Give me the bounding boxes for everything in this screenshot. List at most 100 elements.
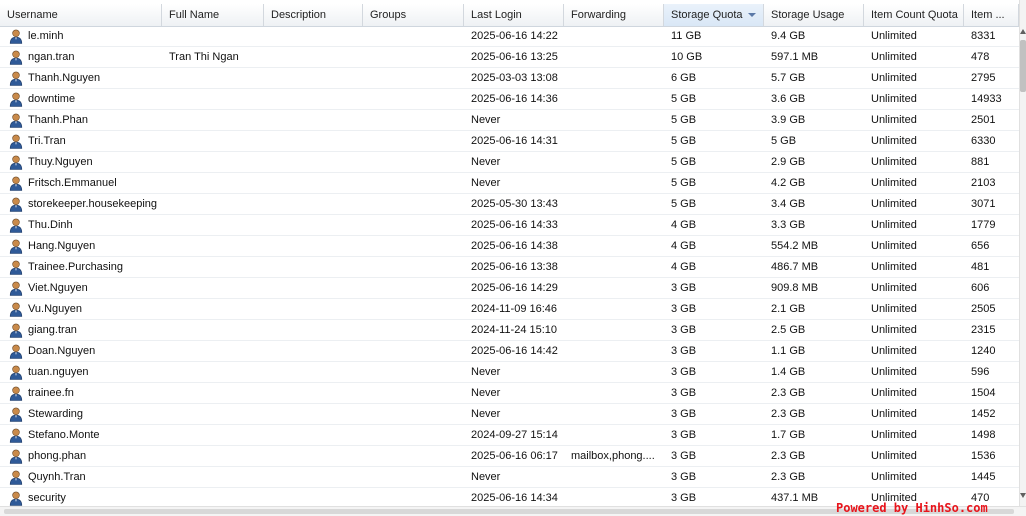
scroll-down-arrow-icon[interactable] — [1020, 493, 1026, 498]
table-row[interactable]: phong.phan 2025-06-16 06:17 mailbox,phong.… — [0, 446, 1019, 467]
cell-storage-quota: 3 GB — [671, 303, 697, 315]
cell-item-count: 2505 — [971, 303, 996, 315]
cell-storage-usage: 2.5 GB — [771, 324, 806, 336]
table-row[interactable]: le.minh 2025-06-16 14:22 11 GB 9.4 GB Unlimi… — [0, 26, 1019, 47]
username-text: Doan.Nguyen — [28, 345, 96, 357]
cell-storage-quota: 11 GB — [671, 30, 702, 42]
table-row[interactable]: Stewarding Never 3 GB 2.3 GB Unlimited 1452 — [0, 404, 1019, 425]
cell-storage-usage: 3.6 GB — [771, 93, 806, 105]
table-row[interactable]: Viet.Nguyen 2025-06-16 14:29 3 GB 909.8 MB U… — [0, 278, 1019, 299]
column-header-description[interactable]: Description — [264, 4, 363, 26]
table-row[interactable]: Thanh.Nguyen 2025-03-03 13:08 6 GB 5.7 GB Un… — [0, 68, 1019, 89]
cell-item-count-quota: Unlimited — [871, 156, 917, 168]
cell-item-count: 2315 — [971, 324, 996, 336]
username-text: Hang.Nguyen — [28, 240, 96, 252]
table-row[interactable]: Stefano.Monte 2024-09-27 15:14 3 GB 1.7 GB U… — [0, 425, 1019, 446]
table-row[interactable]: giang.tran 2024-11-24 15:10 3 GB 2.5 GB Unli… — [0, 320, 1019, 341]
table-row[interactable]: downtime 2025-06-16 14:36 5 GB 3.6 GB Unlimi… — [0, 89, 1019, 110]
user-icon — [9, 323, 23, 338]
cell-description — [264, 341, 363, 361]
table-row[interactable]: Thu.Dinh 2025-06-16 14:33 4 GB 3.3 GB Unlimi… — [0, 215, 1019, 236]
cell-description — [264, 488, 363, 508]
cell-groups — [363, 341, 464, 361]
table-row[interactable]: Fritsch.Emmanuel Never 5 GB 4.2 GB Unlimited… — [0, 173, 1019, 194]
table-row[interactable]: trainee.fn Never 3 GB 2.3 GB Unlimited 1504 — [0, 383, 1019, 404]
table-row[interactable]: Quynh.Tran Never 3 GB 2.3 GB Unlimited 1445 — [0, 467, 1019, 488]
cell-username: trainee.fn — [0, 383, 162, 403]
username-text: Viet.Nguyen — [28, 282, 88, 294]
table-row[interactable]: Trainee.Purchasing 2025-06-16 13:38 4 GB 48… — [0, 257, 1019, 278]
column-header-item-count-quota[interactable]: Item Count Quota — [864, 4, 964, 26]
column-header-username[interactable]: Username — [0, 4, 162, 26]
cell-storage-quota: 3 GB — [671, 387, 697, 399]
cell-storage-usage: 3.3 GB — [771, 219, 806, 231]
cell-forwarding — [564, 215, 664, 235]
cell-storage-usage: 1.4 GB — [771, 366, 806, 378]
column-header-forwarding[interactable]: Forwarding — [564, 4, 664, 26]
cell-forwarding — [564, 278, 664, 298]
cell-last-login: 2025-06-16 14:38 — [471, 240, 558, 252]
cell-description — [264, 425, 363, 445]
cell-username: security — [0, 488, 162, 508]
cell-item-count: 1452 — [971, 408, 996, 420]
user-icon — [9, 113, 23, 128]
cell-username: phong.phan — [0, 446, 162, 466]
column-header-storage-quota[interactable]: Storage Quota — [664, 4, 764, 26]
cell-last-login: Never — [471, 177, 501, 189]
cell-forwarding — [564, 341, 664, 361]
table-row[interactable]: Doan.Nguyen 2025-06-16 14:42 3 GB 1.1 GB Unl… — [0, 341, 1019, 362]
cell-item-count: 478 — [971, 51, 990, 63]
cell-storage-usage: 1.7 GB — [771, 429, 806, 441]
cell-item-count-quota: Unlimited — [871, 366, 917, 378]
cell-groups — [363, 383, 464, 403]
cell-username: Hang.Nguyen — [0, 236, 162, 256]
cell-groups — [363, 425, 464, 445]
cell-fullname — [162, 488, 264, 508]
cell-description — [264, 131, 363, 151]
cell-item-count-quota: Unlimited — [871, 30, 917, 42]
vertical-scrollbar[interactable] — [1019, 0, 1026, 515]
cell-groups — [363, 467, 464, 487]
cell-storage-usage: 597.1 MB — [771, 51, 819, 63]
table-row[interactable]: tuan.nguyen Never 3 GB 1.4 GB Unlimited 596 — [0, 362, 1019, 383]
table-row[interactable]: Vu.Nguyen 2024-11-09 16:46 3 GB 2.1 GB Unlim… — [0, 299, 1019, 320]
column-header-item-count[interactable]: Item ... — [964, 4, 1019, 26]
column-header-fullname[interactable]: Full Name — [162, 4, 264, 26]
column-header-last-login[interactable]: Last Login — [464, 4, 564, 26]
cell-description — [264, 383, 363, 403]
column-header-label: Storage Usage — [771, 9, 845, 21]
user-icon — [9, 407, 23, 422]
cell-item-count-quota: Unlimited — [871, 387, 917, 399]
cell-description — [264, 215, 363, 235]
table-row[interactable]: Thanh.Phan Never 5 GB 3.9 GB Unlimited 2501 — [0, 110, 1019, 131]
table-row[interactable]: storekeeper.housekeeping 2025-05-30 13:43… — [0, 194, 1019, 215]
table-row[interactable]: ngan.tran Tran Thi Ngan 2025-06-16 13:25 10… — [0, 47, 1019, 68]
cell-groups — [363, 488, 464, 508]
cell-item-count-quota: Unlimited — [871, 450, 917, 462]
cell-groups — [363, 173, 464, 193]
cell-fullname — [162, 446, 264, 466]
table-row[interactable]: Hang.Nguyen 2025-06-16 14:38 4 GB 554.2 MB U… — [0, 236, 1019, 257]
cell-last-login: 2025-03-03 13:08 — [471, 72, 558, 84]
cell-item-count: 1498 — [971, 429, 996, 441]
username-text: storekeeper.housekeeping — [28, 198, 158, 210]
cell-last-login: Never — [471, 408, 501, 420]
table-row[interactable]: Thuy.Nguyen Never 5 GB 2.9 GB Unlimited 881 — [0, 152, 1019, 173]
table-row[interactable]: Tri.Tran 2025-06-16 14:31 5 GB 5 GB Unlimite… — [0, 131, 1019, 152]
cell-item-count: 1504 — [971, 387, 996, 399]
user-icon — [9, 386, 23, 401]
cell-storage-quota: 3 GB — [671, 450, 697, 462]
cell-groups — [363, 110, 464, 130]
scrollbar-thumb[interactable] — [1020, 40, 1026, 92]
user-icon — [9, 50, 23, 65]
cell-forwarding — [564, 68, 664, 88]
cell-description — [264, 152, 363, 172]
column-header-storage-usage[interactable]: Storage Usage — [764, 4, 864, 26]
cell-groups — [363, 446, 464, 466]
scroll-up-arrow-icon[interactable] — [1020, 29, 1026, 34]
cell-username: Stefano.Monte — [0, 425, 162, 445]
cell-storage-quota: 5 GB — [671, 177, 697, 189]
cell-groups — [363, 26, 464, 46]
column-header-groups[interactable]: Groups — [363, 4, 464, 26]
username-text: trainee.fn — [28, 387, 74, 399]
